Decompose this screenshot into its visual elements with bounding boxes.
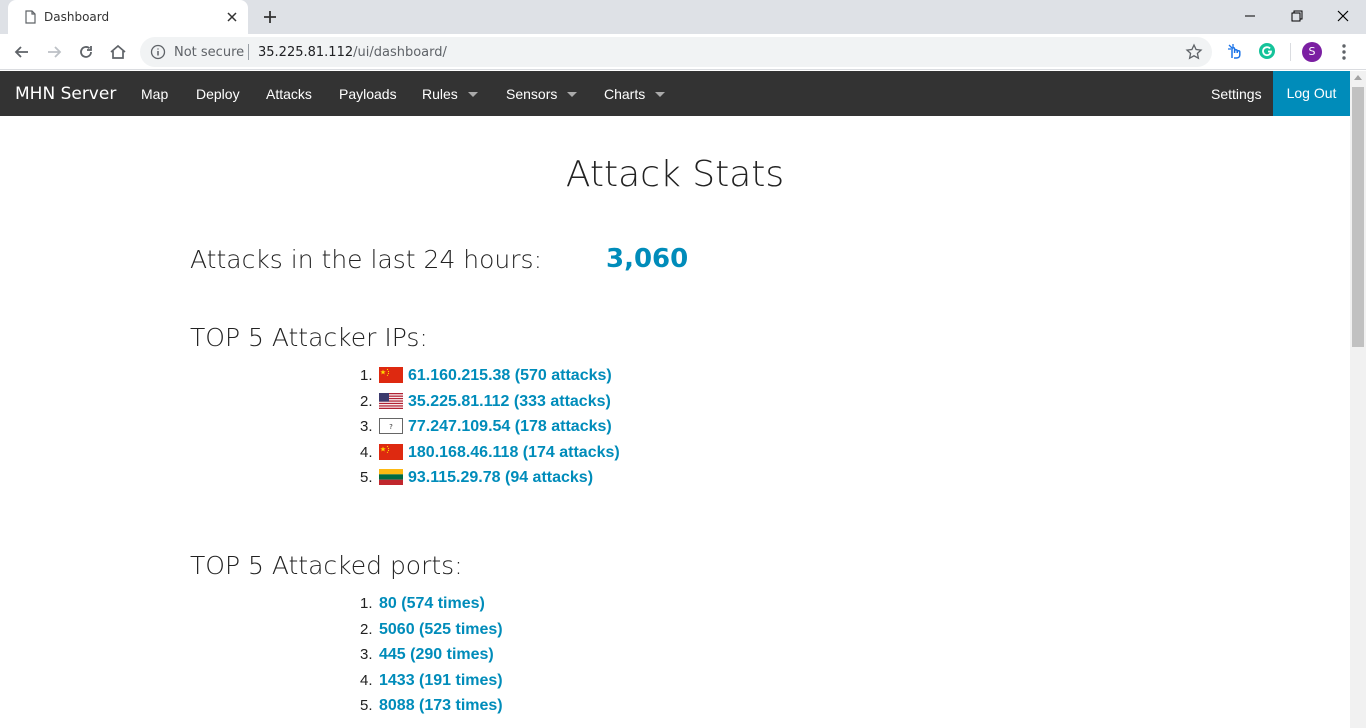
- attacker-ip-link[interactable]: 93.115.29.78 (94 attacks): [408, 469, 593, 486]
- browser-toolbar: Not secure 35.225.81.112/ui/dashboard/ S: [0, 34, 1366, 70]
- back-icon[interactable]: [12, 42, 32, 62]
- browser-tabstrip: Dashboard: [0, 0, 1366, 34]
- nav-deploy[interactable]: Deploy: [196, 86, 240, 102]
- nav-sensors-label: Sensors: [506, 86, 558, 102]
- bookmark-star-icon[interactable]: [1185, 43, 1203, 61]
- nav-attacks[interactable]: Attacks: [266, 86, 312, 102]
- url-path: /ui/dashboard/: [353, 45, 447, 60]
- close-tab-icon[interactable]: [224, 9, 240, 25]
- top-ports-title: TOP 5 Attacked ports:: [190, 551, 463, 580]
- page-scrollbar[interactable]: [1350, 71, 1366, 728]
- attacker-ip-link[interactable]: 180.168.46.118 (174 attacks): [408, 444, 620, 461]
- tab-title: Dashboard: [44, 10, 110, 24]
- extension-hand-icon[interactable]: [1226, 42, 1244, 60]
- list-number: 1.: [360, 595, 373, 612]
- list-number: 5.: [360, 469, 373, 486]
- top-navbar: MHN Server Map Deploy Attacks Payloads R…: [0, 71, 1350, 116]
- list-number: 2.: [360, 392, 373, 410]
- grammarly-icon[interactable]: [1258, 42, 1276, 60]
- list-number: 4.: [360, 443, 373, 461]
- list-number: 2.: [360, 620, 373, 638]
- attacker-ip-link[interactable]: 61.160.215.38 (570 attacks): [408, 367, 612, 384]
- nav-map[interactable]: Map: [141, 86, 168, 102]
- security-label: Not secure: [174, 45, 245, 60]
- list-item: 4. 1433 (191 times): [360, 672, 503, 698]
- page-title: Attack Stats: [565, 154, 785, 195]
- list-item: 1. 61.160.215.38 (570 attacks): [360, 367, 620, 393]
- new-tab-icon[interactable]: [260, 7, 280, 27]
- logout-button[interactable]: Log Out: [1273, 71, 1350, 116]
- attacked-port-link[interactable]: 80 (574 times): [379, 595, 485, 612]
- restore-icon[interactable]: [1287, 6, 1307, 26]
- window-close-icon[interactable]: [1333, 6, 1353, 26]
- home-icon[interactable]: [108, 42, 128, 62]
- list-item: 4. 180.168.46.118 (174 attacks): [360, 443, 620, 470]
- attacks-24h-label: Attacks in the last 24 hours:: [190, 245, 543, 274]
- reload-icon[interactable]: [76, 42, 96, 62]
- attacked-port-link[interactable]: 445 (290 times): [379, 646, 494, 663]
- url-host: 35.225.81.112: [258, 45, 354, 60]
- scroll-up-icon[interactable]: [1354, 75, 1362, 80]
- svg-text:?: ?: [389, 423, 393, 431]
- top-ips-title: TOP 5 Attacker IPs:: [190, 323, 428, 352]
- caret-down-icon: [655, 91, 666, 97]
- list-item: 5. 93.115.29.78 (94 attacks): [360, 469, 620, 495]
- list-item: 3. 445 (290 times): [360, 646, 503, 672]
- nav-sensors[interactable]: Sensors: [506, 86, 578, 102]
- top-ports-list: 1. 80 (574 times) 2. 5060 (525 times) 3. 44…: [360, 595, 503, 723]
- attacked-port-link[interactable]: 1433 (191 times): [379, 672, 503, 689]
- caret-down-icon: [467, 91, 478, 97]
- attacked-port-link[interactable]: 5060 (525 times): [379, 621, 503, 638]
- brand-logo[interactable]: MHN Server: [15, 84, 116, 104]
- toolbar-divider: [1290, 43, 1291, 61]
- nav-settings[interactable]: Settings: [1211, 86, 1262, 102]
- list-item: 3.? 77.247.109.54 (178 attacks): [360, 418, 620, 444]
- profile-avatar[interactable]: S: [1302, 42, 1322, 62]
- nav-rules-label: Rules: [422, 86, 458, 102]
- attacker-ip-link[interactable]: 35.225.81.112 (333 attacks): [408, 393, 611, 410]
- list-number: 1.: [360, 367, 373, 384]
- unknown-flag-icon: ?: [379, 418, 403, 434]
- url-text[interactable]: 35.225.81.112/ui/dashboard/: [258, 45, 447, 60]
- china-flag-icon: [379, 443, 403, 460]
- caret-down-icon: [567, 91, 578, 97]
- address-bar[interactable]: Not secure 35.225.81.112/ui/dashboard/: [140, 37, 1212, 67]
- attacked-port-link[interactable]: 8088 (173 times): [379, 697, 503, 714]
- list-item: 2. 35.225.81.112 (333 attacks): [360, 392, 620, 419]
- omnibox-divider: [248, 44, 249, 60]
- top-ips-list: 1. 61.160.215.38 (570 attacks) 2. 35.225.8…: [360, 367, 620, 495]
- list-item: 1. 80 (574 times): [360, 595, 503, 621]
- browser-tab[interactable]: Dashboard: [8, 0, 248, 34]
- scrollbar-thumb[interactable]: [1352, 87, 1364, 347]
- list-item: 2. 5060 (525 times): [360, 621, 503, 647]
- info-icon[interactable]: [150, 44, 166, 60]
- nav-rules[interactable]: Rules: [422, 86, 478, 102]
- list-number: 5.: [360, 697, 373, 714]
- attacks-24h-value: 3,060: [606, 244, 689, 274]
- list-item: 5. 8088 (173 times): [360, 697, 503, 723]
- list-number: 3.: [360, 646, 373, 663]
- usa-flag-icon: [379, 392, 403, 409]
- list-number: 3.: [360, 418, 373, 435]
- dashboard-content: Attack Stats Attacks in the last 24 hour…: [0, 116, 1350, 728]
- china-flag-icon: [379, 367, 403, 383]
- forward-icon[interactable]: [44, 42, 64, 62]
- lithuania-flag-icon: [379, 469, 403, 485]
- page-icon: [25, 10, 36, 24]
- nav-charts[interactable]: Charts: [604, 86, 666, 102]
- attacker-ip-link[interactable]: 77.247.109.54 (178 attacks): [408, 418, 612, 435]
- list-number: 4.: [360, 671, 373, 689]
- nav-charts-label: Charts: [604, 86, 646, 102]
- nav-payloads[interactable]: Payloads: [339, 86, 397, 102]
- minimize-icon[interactable]: [1240, 6, 1260, 26]
- browser-menu-icon[interactable]: [1336, 42, 1352, 62]
